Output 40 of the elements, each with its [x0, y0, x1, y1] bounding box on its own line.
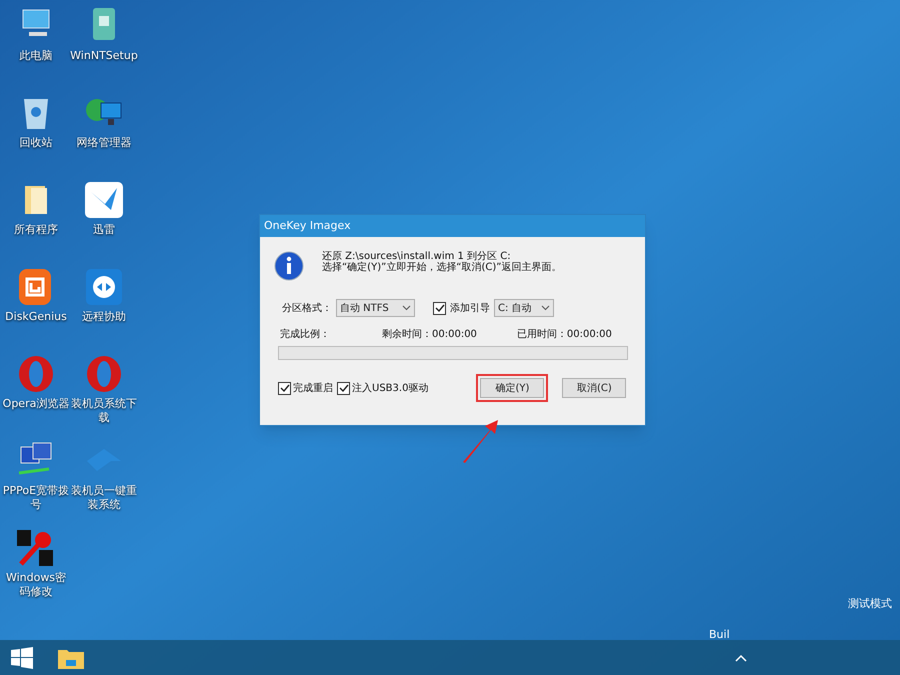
- icon-label[interactable]: DiskGenius: [2, 310, 70, 324]
- icon-label[interactable]: Opera浏览器: [2, 397, 70, 411]
- icon-label[interactable]: 所有程序: [2, 223, 70, 237]
- icon-label[interactable]: 装机员系统下载: [70, 397, 138, 425]
- dialog-button[interactable]: 确定(Y): [480, 378, 544, 398]
- icon-label[interactable]: 网络管理器: [70, 136, 138, 150]
- dropdown[interactable]: C: 自动: [494, 299, 554, 317]
- dialog-button[interactable]: 取消(C): [562, 378, 626, 398]
- checkbox-label: 添加引导: [450, 302, 490, 316]
- caret-icon[interactable]: [402, 305, 411, 311]
- message-text: 还原 Z:\sources\install.wim 1 到分区 C:: [322, 251, 512, 262]
- elapsed-label: 已用时间：: [516, 328, 567, 342]
- icon-label[interactable]: 此电脑: [2, 49, 70, 63]
- windows-start-icon[interactable]: [11, 646, 33, 668]
- checkbox[interactable]: [433, 302, 446, 314]
- icon-label[interactable]: PPPoE宽带拨号: [2, 484, 70, 512]
- icon-label[interactable]: 远程协助: [70, 310, 138, 324]
- checkbox[interactable]: [278, 382, 291, 394]
- icon-label[interactable]: 装机员一键重装系统: [70, 484, 138, 512]
- mode-text: 测试模式: [848, 596, 892, 612]
- build-text: Buil: [709, 627, 730, 643]
- progress-label: 完成比例：: [280, 328, 330, 342]
- icon-label[interactable]: 迅雷: [70, 223, 138, 237]
- icon-label[interactable]: 回收站: [2, 136, 70, 150]
- dropdown[interactable]: 自动 NTFS: [336, 299, 415, 317]
- caret-icon[interactable]: [541, 305, 550, 311]
- icon-label[interactable]: Windows密码修改: [2, 571, 70, 599]
- checkbox-label: 注入USB3.0驱动: [352, 382, 428, 396]
- pointer-arrow: [460, 418, 500, 464]
- window-title: OneKey Imagex: [264, 218, 351, 234]
- remote-icon[interactable]: [83, 267, 125, 307]
- icon-label[interactable]: WinNTSetup: [70, 49, 138, 63]
- checkbox-label: 完成重启: [293, 382, 333, 396]
- info-icon: [274, 251, 304, 281]
- field-label: 分区格式：: [282, 302, 332, 316]
- remaining-time: 00:00:00: [432, 328, 477, 342]
- message-text: 选择“确定(Y)”立即开始，选择“取消(C)”返回主界面。: [322, 262, 562, 273]
- remaining-label: 剩余时间：: [382, 328, 432, 342]
- checkbox[interactable]: [337, 382, 350, 394]
- elapsed-time: 00:00:00: [566, 328, 612, 342]
